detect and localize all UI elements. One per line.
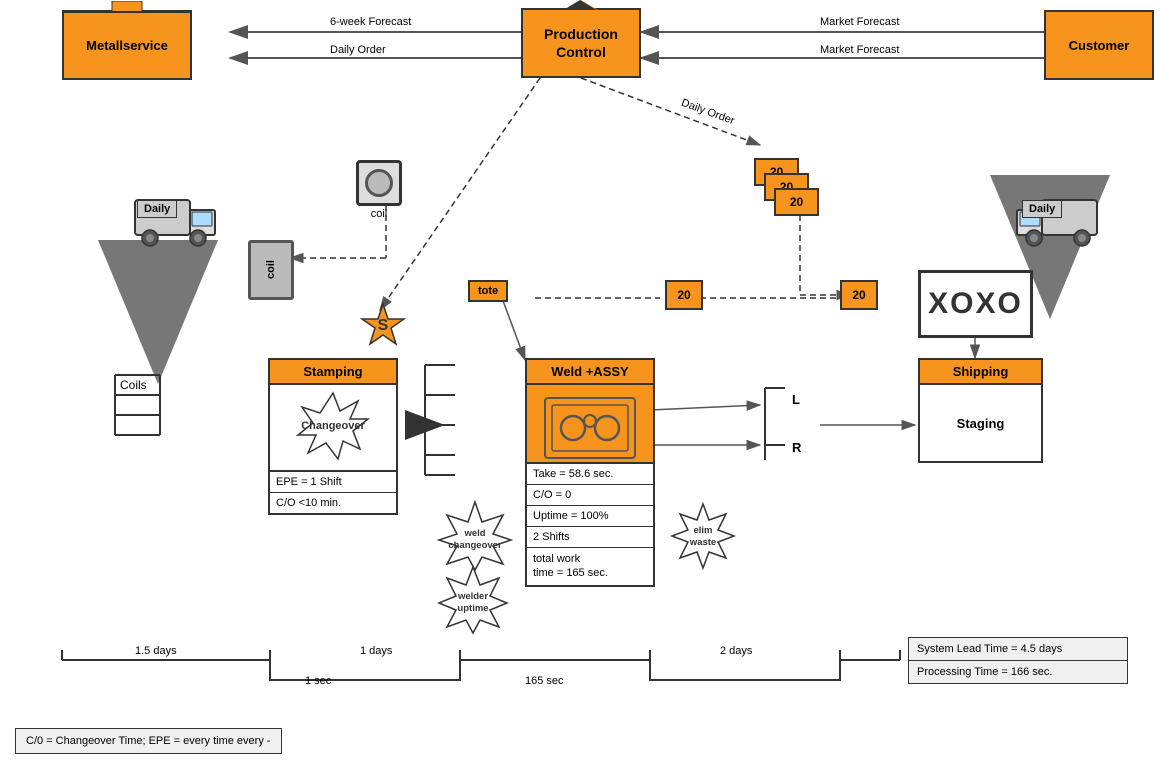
stamping-data: EPE = 1 Shift C/O <10 min. xyxy=(268,470,398,515)
processing-time: Processing Time = 166 sec. xyxy=(909,661,1127,683)
svg-text:uptime: uptime xyxy=(457,603,488,614)
l-label: L xyxy=(792,392,800,407)
svg-text:weld: weld xyxy=(463,528,485,539)
stamping-body: Changeover xyxy=(268,383,398,473)
weld-co: C/O = 0 xyxy=(527,485,653,506)
market-forecast-bottom-label: Market Forecast xyxy=(820,44,899,56)
xoxo-box: XOXO xyxy=(918,270,1033,338)
market-forecast-top-label: Market Forecast xyxy=(820,16,899,28)
metallservice-label: Metallservice xyxy=(86,38,168,53)
stamping-epe: EPE = 1 Shift xyxy=(270,472,396,493)
shipping-process: Shipping Staging xyxy=(918,358,1043,463)
r-label: R xyxy=(792,440,801,455)
stamping-header: Stamping xyxy=(268,358,398,383)
stamping-co: C/O <10 min. xyxy=(270,493,396,513)
svg-text:S: S xyxy=(378,317,389,334)
timeline-sec-1: 1 sec xyxy=(305,675,331,687)
inv-stack-right: 20 20 20 xyxy=(754,158,824,238)
weld-body xyxy=(525,383,655,473)
kaizen-welder-uptime: welder uptime xyxy=(435,565,511,638)
timeline-days-1: 1.5 days xyxy=(135,645,177,657)
truck-right-label: Daily xyxy=(1022,200,1062,218)
timeline-days-3: 2 days xyxy=(720,645,752,657)
inv-stack-3: 20 xyxy=(774,188,819,216)
coil-left-icon: coil xyxy=(248,240,294,300)
scheduling-symbol: S xyxy=(360,302,406,351)
svg-text:welder: welder xyxy=(457,591,488,602)
timeline-sec-2: 165 sec xyxy=(525,675,564,687)
timeline-days-2: 1 days xyxy=(360,645,392,657)
weld-shifts: 2 Shifts xyxy=(527,527,653,548)
svg-text:Changeover: Changeover xyxy=(301,420,365,432)
stamping-process: Stamping Changeover xyxy=(268,358,398,473)
truck-left-label: Daily xyxy=(137,200,177,218)
inv-20-mid: 20 xyxy=(665,280,703,310)
xoxo-label: XOXO xyxy=(928,287,1023,321)
coil-top-icon: coil xyxy=(356,160,402,220)
system-info-box: System Lead Time = 4.5 days Processing T… xyxy=(908,637,1128,684)
weld-data: Take = 58.6 sec. C/O = 0 Uptime = 100% 2… xyxy=(525,462,655,587)
svg-text:changeover: changeover xyxy=(448,540,502,551)
kaizen-elim-waste: elim waste xyxy=(668,502,738,573)
weld-assy-process: Weld +ASSY xyxy=(525,358,655,473)
inv-20-right: 20 xyxy=(840,280,878,310)
customer-label: Customer xyxy=(1069,38,1130,53)
weld-take: Take = 58.6 sec. xyxy=(527,464,653,485)
kaizen-weld-changeover: weld changeover xyxy=(435,500,515,575)
coil-top-label: coil xyxy=(356,208,402,220)
shipping-header: Shipping xyxy=(918,358,1043,383)
metallservice-box: Metallservice xyxy=(62,10,192,80)
customer-box: Customer xyxy=(1044,10,1154,80)
production-control-label: Production Control xyxy=(544,25,618,61)
tote-label: tote xyxy=(468,280,508,302)
legend-text: C/0 = Changeover Time; EPE = every time … xyxy=(26,735,271,747)
shipping-body: Staging xyxy=(918,383,1043,463)
system-lead-time: System Lead Time = 4.5 days xyxy=(909,638,1127,661)
daily-order-right-label: Daily Order xyxy=(680,97,736,127)
weld-header: Weld +ASSY xyxy=(525,358,655,383)
six-week-forecast-label: 6-week Forecast xyxy=(330,16,411,28)
weld-total-work: total worktime = 165 sec. xyxy=(527,548,653,585)
svg-text:waste: waste xyxy=(689,537,716,548)
weld-uptime: Uptime = 100% xyxy=(527,506,653,527)
production-control-box: Production Control xyxy=(521,8,641,78)
legend-box: C/0 = Changeover Time; EPE = every time … xyxy=(15,728,282,754)
daily-order-left-label: Daily Order xyxy=(330,44,386,56)
svg-text:elim: elim xyxy=(693,525,712,536)
